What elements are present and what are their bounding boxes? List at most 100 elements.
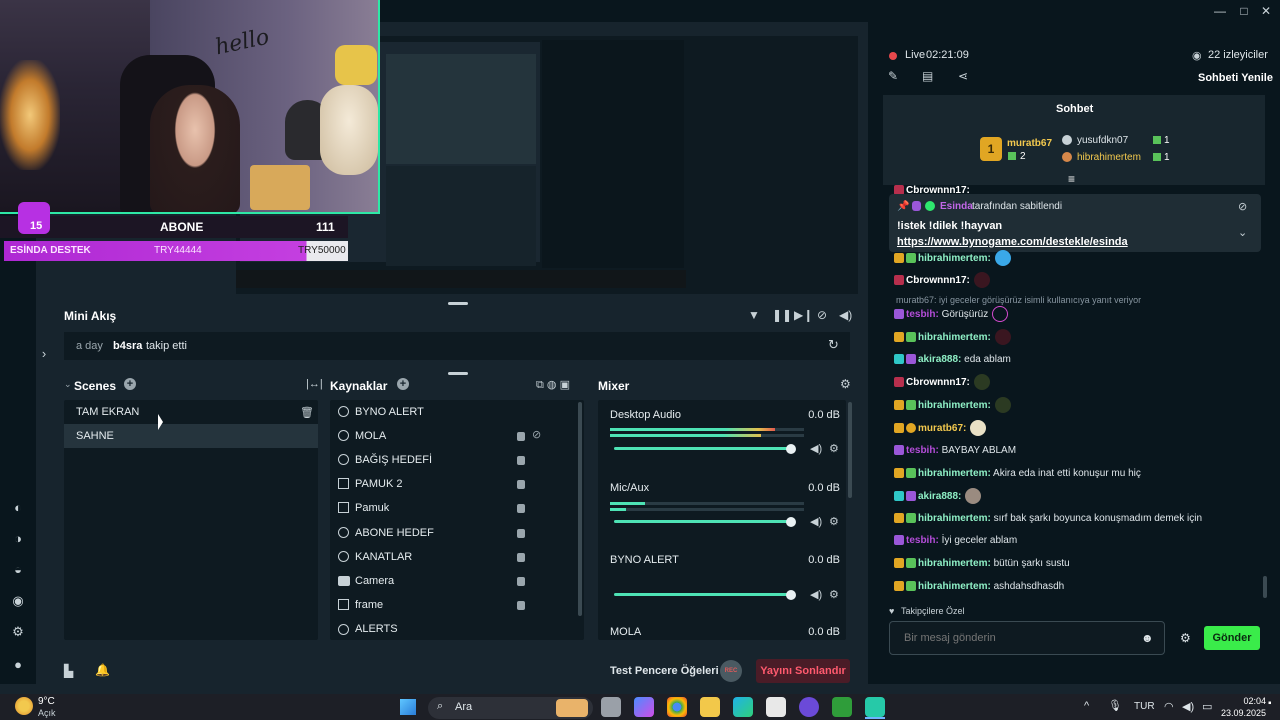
chevron-down-icon[interactable]: ⌄ [1238,226,1247,239]
scene-item-active[interactable]: SAHNE [64,424,318,448]
volume-icon[interactable]: ◀) [839,308,852,322]
add-source-button[interactable]: + [397,378,409,390]
bell-icon[interactable]: 🔔 [95,663,110,677]
mixer-scrollbar[interactable] [848,402,852,498]
lock-icon[interactable] [517,480,525,489]
replay-icon[interactable]: ↻ [828,337,839,353]
refresh-chat-button[interactable]: Sohbeti Yenile [1198,72,1273,84]
copilot-icon[interactable] [634,697,654,717]
notification-icon[interactable]: ▪ [1268,698,1272,709]
tray-chevron-icon[interactable]: ^ [1084,700,1089,712]
lock-icon[interactable] [517,553,525,562]
lock-icon[interactable] [517,577,525,586]
close-icon[interactable]: ✕ [1258,3,1274,19]
chat-scrollbar[interactable] [1263,576,1267,598]
windows-start-icon[interactable] [400,699,416,715]
file-explorer-icon[interactable] [700,697,720,717]
share-icon[interactable]: ⋖ [958,69,968,83]
chevron-down-icon[interactable]: ⌄ [64,379,72,390]
maximize-icon[interactable]: □ [1236,3,1252,19]
battery-icon[interactable]: ▭ [1202,700,1212,713]
theme-icon[interactable]: ◐ [10,500,26,516]
obs-icon[interactable] [799,697,819,717]
pinned-user[interactable]: Esinda [940,201,973,212]
add-scene-button[interactable]: + [124,378,136,390]
source-item[interactable]: PAMUK 2 [355,472,402,496]
speaker-icon[interactable]: ◀) [810,515,822,528]
minimize-icon[interactable]: — [1212,3,1228,19]
edit-icon[interactable]: ✎ [888,69,898,83]
volume-slider[interactable] [614,520,790,523]
leaderboard-first-name[interactable]: muratb67 [1007,138,1052,149]
source-item[interactable]: MOLA [355,424,386,448]
trash-icon[interactable]: 🗑 [300,406,314,419]
source-tools-icon[interactable]: ⧉ ◍ ▣ [536,378,570,392]
lock-icon[interactable] [517,504,525,513]
speaker-icon[interactable]: ◀) [810,442,822,455]
language-indicator[interactable]: TUR [1134,701,1155,712]
gear-icon[interactable]: ⚙ [1180,631,1191,645]
source-item[interactable]: frame [355,593,383,617]
expand-list-icon[interactable]: ≡ [1068,172,1075,186]
gear-icon[interactable]: ⚙ [10,624,26,640]
source-item[interactable]: BAĞIŞ HEDEFİ [355,448,432,472]
test-widgets-label[interactable]: Test Pencere Öğeleri [610,665,719,677]
clip-icon[interactable]: ▤ [922,69,933,83]
stats-icon[interactable]: ▙ [64,664,73,678]
highlight-icon[interactable]: ◒ [10,562,26,578]
apps-icon[interactable]: ◑ [10,531,26,547]
user-icon[interactable]: ● [10,657,26,673]
leaderboard-second-name[interactable]: yusufdkn07 [1077,135,1128,146]
chrome-icon[interactable] [667,697,687,717]
gear-icon[interactable]: ⚙ [829,442,839,455]
mute-alerts-icon[interactable]: ⊘ [817,308,827,322]
speaker-icon[interactable]: ◀) [810,588,822,601]
gear-icon[interactable]: ⚙ [840,377,851,391]
leaderboard-third-name[interactable]: hibrahimertem [1077,152,1141,163]
volume-icon[interactable]: ◀) [1182,700,1194,713]
weather-icon[interactable] [15,697,33,715]
volume-slider-knob[interactable] [786,444,796,454]
source-item[interactable]: Camera [355,569,394,593]
weather-desc[interactable]: Açık [38,708,56,718]
pinned-link[interactable]: https://www.bynogame.com/destekle/esinda [897,236,1128,248]
weather-temp[interactable]: 9°C [38,696,55,707]
rec-button[interactable]: REC [720,660,742,682]
xbox-icon[interactable] [832,697,852,717]
edge-icon[interactable] [733,697,753,717]
volume-slider-knob[interactable] [786,517,796,527]
source-item[interactable]: BYNO ALERT [355,400,424,424]
volume-slider-knob[interactable] [786,590,796,600]
resize-handle[interactable] [448,372,468,375]
source-item[interactable]: ALERTS [355,617,398,641]
volume-slider[interactable] [614,447,790,450]
lock-icon[interactable] [517,601,525,610]
unpin-icon[interactable]: ⊘ [1238,200,1247,213]
lock-icon[interactable] [517,529,525,538]
resize-handle[interactable] [448,302,468,305]
source-item[interactable]: Pamuk [355,496,389,520]
source-item[interactable]: KANATLAR [355,545,412,569]
scene-item[interactable]: TAM EKRAN [64,400,318,424]
task-view-icon[interactable] [601,697,621,717]
eye-icon[interactable]: ◉ [10,593,26,609]
clock-date[interactable]: 23.09.2025 [1214,708,1266,718]
eye-hidden-icon[interactable]: ⊘ [532,428,541,441]
chevron-right-icon[interactable]: › [36,346,52,362]
store-icon[interactable] [766,697,786,717]
filter-icon[interactable]: ▼ [748,308,760,322]
gear-icon[interactable]: ⚙ [829,588,839,601]
collapse-icon[interactable]: |↔| [306,378,323,390]
activity-user[interactable]: b4sra [113,340,142,352]
volume-slider[interactable] [614,593,790,596]
source-item[interactable]: ABONE HEDEF [355,521,434,545]
pause-icon[interactable]: ❚❚ [772,308,792,322]
lock-icon[interactable] [517,456,525,465]
wifi-icon[interactable]: ◠ [1164,700,1174,713]
sources-scrollbar[interactable] [578,402,582,616]
microphone-icon[interactable]: 🎙 [1108,699,1122,712]
lock-icon[interactable] [517,432,525,441]
gear-icon[interactable]: ⚙ [829,515,839,528]
end-stream-button[interactable]: Yayını Sonlandır [756,659,850,683]
skip-icon[interactable]: ▶❙ [794,308,813,322]
